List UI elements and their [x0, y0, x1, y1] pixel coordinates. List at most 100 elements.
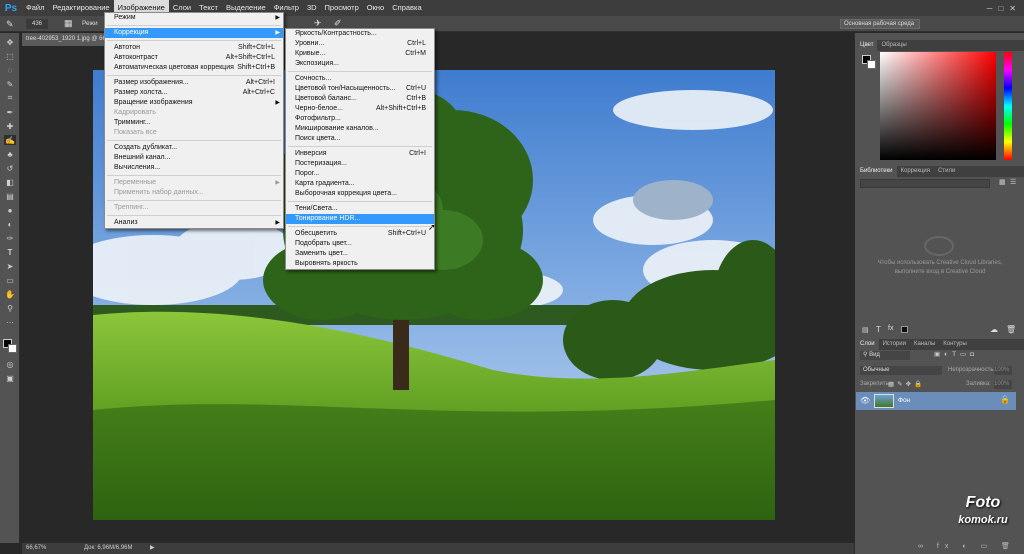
add-text-icon[interactable]: T [876, 325, 881, 334]
adjust_menu-item[interactable]: Карта градиента... [286, 179, 434, 189]
eyedropper-icon[interactable]: ✒ [4, 107, 16, 117]
list-view-icon[interactable]: ☰ [1010, 178, 1016, 186]
adjust_menu-item[interactable]: Кривые... Ctrl+M [286, 49, 434, 59]
brush-tool-icon[interactable]: ✍ [4, 135, 16, 145]
adjust_menu-item[interactable]: Инверсия Ctrl+I [286, 149, 434, 159]
zoom-tool-icon[interactable]: ⚲ [4, 303, 16, 313]
minimize-icon[interactable]: ─ [987, 4, 993, 13]
lasso-tool-icon[interactable]: ◌ [4, 65, 16, 75]
tab-layers[interactable]: Слои [856, 339, 879, 350]
image_menu-item[interactable]: Треппинг... [105, 203, 283, 213]
zoom-level[interactable]: 66,67% [26, 545, 46, 551]
layer-name[interactable]: Фон [898, 397, 910, 404]
adjust_menu-item[interactable]: Черно-белое... Alt+Shift+Ctrl+B [286, 104, 434, 114]
path-select-icon[interactable]: ➤ [4, 261, 16, 271]
image_menu-item[interactable]: Показать все [105, 128, 283, 138]
blur-icon[interactable]: ● [4, 205, 16, 215]
image_menu-item[interactable]: Вращение изображения ▶ [105, 98, 283, 108]
adjust_menu-item[interactable]: Обесцветить Shift+Ctrl+U [286, 229, 434, 239]
edit-toolbar-icon[interactable]: … [4, 315, 16, 325]
blend-mode-select[interactable]: Обычные [860, 366, 942, 375]
image_menu-item[interactable]: Автотон Shift+Ctrl+L [105, 43, 283, 53]
status-menu-arrow-icon[interactable]: ▶ [150, 544, 155, 551]
image_menu-item[interactable]: Размер изображения... Alt+Ctrl+I [105, 78, 283, 88]
adjust_menu-item[interactable]: Порог... [286, 169, 434, 179]
pen-tool-icon[interactable]: ✑ [4, 233, 16, 243]
adjust_menu-item[interactable]: Микширование каналов... [286, 124, 434, 134]
adjust_menu-item[interactable]: Тени/Света... [286, 204, 434, 214]
adjust_menu-item[interactable]: Тонирование HDR... [286, 214, 434, 224]
tab-styles[interactable]: Стили [934, 166, 959, 177]
image_menu-item[interactable]: Режим ▶ [105, 13, 283, 23]
opacity-input[interactable]: 100% [994, 366, 1012, 375]
add-graphic-icon[interactable]: ▤ [862, 326, 869, 334]
adjust_menu-item[interactable]: Подобрать цвет... [286, 239, 434, 249]
lock-icons[interactable]: ▦✎✥🔒 [888, 380, 925, 388]
adjust_menu-item[interactable]: Экспозиция... [286, 59, 434, 69]
shape-tool-icon[interactable]: ▭ [4, 275, 16, 285]
tab-libraries[interactable]: Библиотеки [856, 166, 897, 177]
close-icon[interactable]: ✕ [1009, 4, 1016, 13]
brush-panel-icon[interactable]: ▦ [64, 18, 73, 29]
brush-tool-icon[interactable]: ✎ [6, 19, 14, 30]
grid-view-icon[interactable]: ▦ [999, 178, 1006, 186]
eraser-icon[interactable]: ◧ [4, 177, 16, 187]
maximize-icon[interactable]: □ [998, 4, 1003, 13]
image_menu-item[interactable]: Автоматическая цветовая коррекция Shift+C… [105, 63, 283, 73]
image_menu-item[interactable]: Анализ ▶ [105, 218, 283, 228]
image_menu-item[interactable]: Внешний канал... [105, 153, 283, 163]
tab-history[interactable]: Истории [879, 339, 910, 350]
add-color-icon[interactable] [901, 326, 908, 333]
layer-filter-icons[interactable]: ▣◐T▭◘ [934, 350, 978, 358]
adjust_menu-item[interactable]: Цветовой тон/Насыщенность... Ctrl+U [286, 84, 434, 94]
library-select[interactable] [860, 179, 990, 188]
adjust_menu-item[interactable]: Фотофильтр... [286, 114, 434, 124]
delete-icon[interactable]: 🗑 [1006, 325, 1016, 334]
menu-9[interactable]: Окно [363, 0, 388, 16]
workspace-select[interactable]: Основная рабочая среда [840, 19, 920, 29]
image_menu-item[interactable]: Размер холста... Alt+Ctrl+C [105, 88, 283, 98]
tab-paths[interactable]: Контуры [939, 339, 971, 350]
screen-mode-icon[interactable]: ▣ [4, 373, 16, 383]
crop-tool-icon[interactable]: ⌗ [4, 93, 16, 103]
tab-channels[interactable]: Каналы [910, 339, 939, 350]
healing-brush-icon[interactable]: ✚ [4, 121, 16, 131]
menu-0[interactable]: Файл [22, 0, 48, 16]
hue-slider[interactable] [1004, 52, 1012, 160]
menu-10[interactable]: Справка [388, 0, 425, 16]
type-tool-icon[interactable]: T [4, 247, 16, 257]
background-color-swatch[interactable] [8, 344, 17, 353]
adjust_menu-item[interactable]: Цветовой баланс... Ctrl+B [286, 94, 434, 104]
history-brush-icon[interactable]: ↺ [4, 163, 16, 173]
visibility-eye-icon[interactable]: 👁 [860, 396, 870, 405]
quick-select-icon[interactable]: ✎ [4, 79, 16, 89]
image_menu-item[interactable]: Применить набор данных... [105, 188, 283, 198]
image_menu-item[interactable]: Автоконтраст Alt+Shift+Ctrl+L [105, 53, 283, 63]
adjust_menu-item[interactable]: Яркость/Контрастность... [286, 29, 434, 39]
color-picker-field[interactable] [880, 52, 996, 160]
cc-sync-icon[interactable]: ☁ [990, 325, 998, 334]
gradient-icon[interactable]: ▤ [4, 191, 16, 201]
adjust_menu-item[interactable]: Сочность... [286, 74, 434, 84]
adjust_menu-item[interactable]: Постеризация... [286, 159, 434, 169]
color-bg-swatch[interactable] [867, 60, 876, 69]
image_menu-item[interactable]: Вычисления... [105, 163, 283, 173]
tab-color[interactable]: Цвет [856, 40, 878, 51]
dodge-icon[interactable]: ◐ [4, 219, 16, 229]
adjust_menu-item[interactable]: Выровнять яркость [286, 259, 434, 269]
fill-input[interactable]: 100% [994, 380, 1012, 389]
quick-mask-icon[interactable]: ◎ [4, 359, 16, 369]
adjust_menu-item[interactable]: Уровни... Ctrl+L [286, 39, 434, 49]
marquee-tool-icon[interactable]: ⬚ [4, 51, 16, 61]
image_menu-item[interactable]: Создать дубликат... [105, 143, 283, 153]
adjust_menu-item[interactable]: Заменить цвет... [286, 249, 434, 259]
move-tool-icon[interactable]: ✥ [4, 37, 16, 47]
menu-7[interactable]: 3D [303, 0, 321, 16]
image_menu-item[interactable]: Коррекция ▶ [105, 28, 283, 38]
hand-tool-icon[interactable]: ✋ [4, 289, 16, 299]
brush-size-picker[interactable]: 436 [26, 19, 48, 29]
layer-kind-filter[interactable]: ⚲ Вид [860, 351, 910, 360]
tab-swatches[interactable]: Образцы [877, 40, 910, 51]
adjust_menu-item[interactable]: Выборочная коррекция цвета... [286, 189, 434, 199]
layer-row[interactable]: 👁 Фон 🔒 [856, 392, 1016, 410]
